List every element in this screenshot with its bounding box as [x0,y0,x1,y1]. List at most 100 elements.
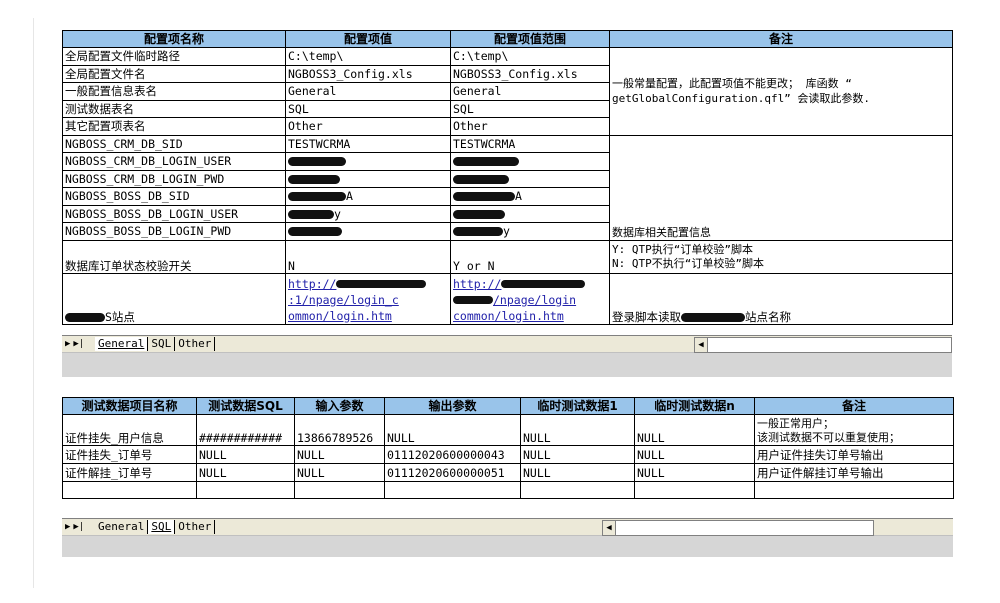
tab-general[interactable]: General [95,520,149,534]
cell-sql[interactable]: NULL [196,445,295,464]
cell-value[interactable]: A [285,187,451,206]
cell-input[interactable]: NULL [294,463,385,482]
cell-temp-n[interactable]: NULL [634,414,755,446]
cell-name[interactable]: 其它配置项表名 [62,117,286,136]
cell-value-redacted[interactable] [285,152,451,171]
cell-output[interactable]: NULL [384,414,521,446]
header-output[interactable]: 输出参数 [384,397,521,415]
tab-scroll-last-icon[interactable]: ▶| [73,522,84,532]
site-url-link[interactable]: http://:1/npage/login_c ommon/login.htm [288,277,427,323]
cell-item-name[interactable]: 证件挂失_用户信息 [62,414,197,446]
horizontal-scrollbar[interactable]: ◀ [694,337,952,353]
cell-value[interactable]: General [285,82,451,101]
cell-empty[interactable] [384,481,521,499]
cell-sql[interactable]: NULL [196,463,295,482]
cell-value-redacted[interactable] [285,222,451,241]
header-sql[interactable]: 测试数据SQL [196,397,295,415]
cell-temp-1[interactable]: NULL [520,445,635,464]
cell-value-redacted[interactable] [285,169,451,188]
cell-empty[interactable] [634,481,755,499]
cell-name[interactable]: NGBOSS_BOSS_DB_LOGIN_PWD [62,222,286,241]
cell-value[interactable]: TESTWCRMA [285,134,451,153]
cell-name[interactable]: S站点 [62,272,286,325]
cell-range-redacted[interactable] [450,169,610,188]
header-config-value[interactable]: 配置项值 [285,30,451,48]
header-note[interactable]: 备注 [754,397,954,415]
cell-output[interactable]: 01112020600000051 [384,463,521,482]
cell-range[interactable]: Other [450,117,610,136]
cell-sql[interactable]: ############ [196,414,295,446]
cell-note-general[interactable]: 一般常量配置，此配置项值不能更改； 库函数 “ getGlobalConfigu… [609,47,953,136]
tab-other[interactable]: Other [175,337,216,351]
tab-sql[interactable]: SQL [148,520,176,534]
cell-input[interactable]: 13866789526 [294,414,385,446]
cell-value[interactable]: SQL [285,99,451,118]
cell-temp-n[interactable]: NULL [634,463,755,482]
cell-name[interactable]: 测试数据表名 [62,99,286,118]
cell-temp-1[interactable]: NULL [520,463,635,482]
cell-empty[interactable] [520,481,635,499]
cell-range[interactable]: TESTWCRMA [450,134,610,153]
cell-name[interactable]: NGBOSS_BOSS_DB_SID [62,187,286,206]
cell-name[interactable]: 全局配置文件名 [62,64,286,83]
cell-value[interactable]: y [285,204,451,223]
cell-temp-n[interactable]: NULL [634,445,755,464]
cell-name[interactable]: 全局配置文件临时路径 [62,47,286,66]
tab-scroll-left-icon[interactable]: ▶ [65,339,70,349]
scroll-left-icon[interactable]: ◀ [603,521,616,535]
cell-range[interactable]: C:\temp\ [450,47,610,66]
cell-range-link[interactable]: http:///npage/login common/login.htm [450,272,610,325]
cell-note-db[interactable]: 数据库相关配置信息 [609,134,953,241]
cell-name[interactable]: NGBOSS_BOSS_DB_LOGIN_USER [62,204,286,223]
cell-value[interactable]: Other [285,117,451,136]
header-temp-n[interactable]: 临时测试数据n [634,397,755,415]
cell-note[interactable]: 一般正常用户； 该测试数据不可以重复使用； [754,414,954,446]
cell-empty[interactable] [62,481,197,499]
header-input[interactable]: 输入参数 [294,397,385,415]
header-temp-1[interactable]: 临时测试数据1 [520,397,635,415]
cell-range[interactable]: SQL [450,99,610,118]
cell-name[interactable]: 数据库订单状态校验开关 [62,239,286,274]
cell-value[interactable]: C:\temp\ [285,47,451,66]
cell-value-link[interactable]: http://:1/npage/login_c ommon/login.htm [285,272,451,325]
cell-note-check[interactable]: Y: QTP执行“订单校验”脚本 N: QTP不执行“订单校验”脚本 [609,239,953,274]
cell-range[interactable]: A [450,187,610,206]
cell-range[interactable]: NGBOSS3_Config.xls [450,64,610,83]
cell-note-site[interactable]: 登录脚本读取 站点名称 [609,272,953,325]
table-header-row: 配置项名称 配置项值 配置项值范围 备注 [62,30,953,48]
cell-empty[interactable] [294,481,385,499]
cell-range-redacted[interactable] [450,204,610,223]
cell-temp-1[interactable]: NULL [520,414,635,446]
cell-name[interactable]: NGBOSS_CRM_DB_LOGIN_USER [62,152,286,171]
cell-name[interactable]: 一般配置信息表名 [62,82,286,101]
tab-general[interactable]: General [95,337,149,351]
horizontal-scrollbar[interactable]: ◀ [602,520,874,536]
cell-range[interactable]: y [450,222,610,241]
site-url-range-link[interactable]: http:///npage/login common/login.htm [453,277,586,323]
cell-item-name[interactable]: 证件解挂_订单号 [62,463,197,482]
header-item-name[interactable]: 测试数据项目名称 [62,397,197,415]
cell-input[interactable]: NULL [294,445,385,464]
tab-scroll-left-icon[interactable]: ▶ [65,522,70,532]
scroll-left-icon[interactable]: ◀ [695,338,708,352]
tab-scroll-last-icon[interactable]: ▶| [73,339,84,349]
header-config-name[interactable]: 配置项名称 [62,30,286,48]
cell-range[interactable]: Y or N [450,239,610,274]
header-config-range[interactable]: 配置项值范围 [450,30,610,48]
cell-note[interactable]: 用户证件解挂订单号输出 [754,463,954,482]
header-note[interactable]: 备注 [609,30,953,48]
cell-range-redacted[interactable] [450,152,610,171]
cell-output[interactable]: 01112020600000043 [384,445,521,464]
config-spreadsheet: 配置项名称 配置项值 配置项值范围 备注 全局配置文件临时路径 C:\temp\… [62,30,953,377]
cell-range[interactable]: General [450,82,610,101]
cell-note[interactable]: 用户证件挂失订单号输出 [754,445,954,464]
cell-item-name[interactable]: 证件挂失_订单号 [62,445,197,464]
cell-value[interactable]: NGBOSS3_Config.xls [285,64,451,83]
cell-empty[interactable] [754,481,954,499]
cell-empty[interactable] [196,481,295,499]
tab-sql[interactable]: SQL [148,337,176,351]
tab-other[interactable]: Other [175,520,216,534]
cell-name[interactable]: NGBOSS_CRM_DB_SID [62,134,286,153]
cell-name[interactable]: NGBOSS_CRM_DB_LOGIN_PWD [62,169,286,188]
cell-value[interactable]: N [285,239,451,274]
